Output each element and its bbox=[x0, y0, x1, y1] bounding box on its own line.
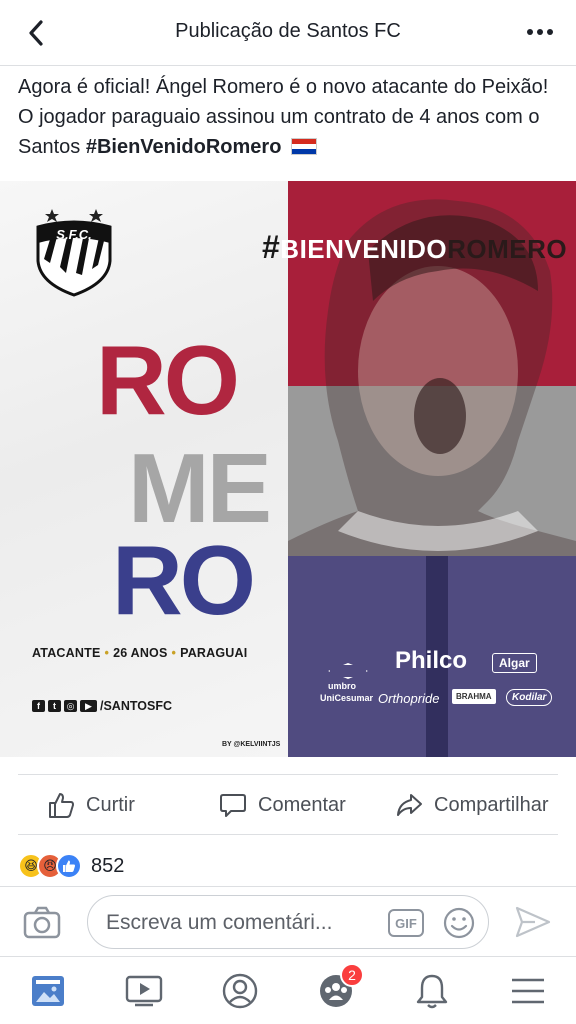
nav-notifications[interactable] bbox=[410, 971, 454, 1011]
page-title: Publicação de Santos FC bbox=[175, 20, 401, 42]
brahma-logo: BRAHMA bbox=[452, 689, 496, 704]
post-hashtag-link[interactable]: #BienVenidoRomero bbox=[86, 136, 282, 158]
nav-menu[interactable] bbox=[506, 971, 550, 1011]
algar-logo: Algar bbox=[492, 653, 537, 673]
player-name-row-3: RO bbox=[112, 525, 256, 635]
info-country: PARAGUAI bbox=[180, 646, 248, 660]
paraguay-flag-icon bbox=[291, 138, 317, 155]
sponsor-logos: umbro Philco Algar UniCesumar Orthopride… bbox=[320, 647, 560, 717]
camera-icon[interactable] bbox=[22, 904, 62, 940]
player-name-row-1: RO bbox=[96, 325, 240, 435]
santos-crest-icon: S.F.C. bbox=[36, 209, 112, 297]
instagram-icon: ◎ bbox=[64, 700, 77, 712]
player-info: ATACANTE • 26 ANOS • PARAGUAI bbox=[32, 646, 248, 660]
post-text: Agora é oficial! Ángel Romero é o novo a… bbox=[18, 72, 563, 162]
comment-placeholder: Escreva um comentári... bbox=[106, 911, 333, 934]
post-image[interactable]: S.F.C. #BIENVENIDOROMERO RO ME RO ATACAN… bbox=[0, 181, 576, 757]
nav-profile[interactable] bbox=[218, 971, 262, 1011]
news-feed-icon bbox=[32, 976, 64, 1006]
image-hashtag: #BIENVENIDOROMERO bbox=[262, 229, 567, 266]
comment-input[interactable]: Escreva um comentári... GIF bbox=[87, 895, 489, 949]
nav-news-feed[interactable] bbox=[26, 971, 70, 1011]
twitter-icon: t bbox=[48, 700, 61, 712]
comment-bubble-icon bbox=[220, 794, 246, 817]
more-dot bbox=[547, 29, 553, 35]
comment-composer: Escreva um comentári... GIF bbox=[0, 886, 576, 956]
send-icon[interactable] bbox=[513, 904, 553, 940]
nav-groups[interactable]: 2 bbox=[314, 963, 364, 1011]
social-handles: f t ◎ ▶ /SANTOSFC bbox=[32, 699, 172, 713]
comment-button[interactable]: Comentar bbox=[218, 775, 346, 835]
info-age: 26 ANOS bbox=[113, 646, 168, 660]
notifications-icon bbox=[416, 974, 448, 1009]
hashtag-part-1: BIENVENIDO bbox=[280, 234, 448, 264]
watch-icon bbox=[125, 975, 163, 1007]
player-name-row-2: ME bbox=[128, 433, 272, 543]
reactions-summary[interactable]: 😆 😠 852 bbox=[18, 850, 124, 882]
hash-symbol: # bbox=[262, 229, 281, 265]
facebook-icon: f bbox=[32, 700, 45, 712]
more-options-button[interactable] bbox=[524, 20, 556, 44]
gif-button[interactable]: GIF bbox=[388, 909, 424, 937]
comment-label: Comentar bbox=[258, 793, 346, 816]
menu-icon bbox=[512, 978, 544, 1004]
post-actions: Curtir Comentar Compartilhar bbox=[18, 774, 558, 835]
umbro-logo: umbro bbox=[328, 663, 368, 691]
share-button[interactable]: Compartilhar bbox=[394, 775, 548, 835]
image-credit: BY @KELVIINTJS bbox=[222, 741, 281, 748]
info-position: ATACANTE bbox=[32, 646, 101, 660]
like-label: Curtir bbox=[86, 793, 135, 816]
svg-text:S.F.C.: S.F.C. bbox=[56, 227, 91, 242]
share-arrow-icon bbox=[397, 794, 422, 816]
more-dot bbox=[537, 29, 543, 35]
more-dot bbox=[527, 29, 533, 35]
reaction-count: 852 bbox=[91, 854, 125, 877]
youtube-icon: ▶ bbox=[80, 700, 97, 712]
kodilar-logo: Kodilar bbox=[506, 689, 553, 706]
top-bar: Publicação de Santos FC bbox=[0, 0, 576, 66]
thumbs-up-icon bbox=[49, 793, 74, 818]
like-reaction-icon bbox=[56, 853, 82, 879]
emoji-icon[interactable] bbox=[442, 906, 476, 940]
profile-icon bbox=[222, 973, 258, 1009]
hashtag-part-2: ROMERO bbox=[447, 234, 568, 264]
groups-badge: 2 bbox=[340, 963, 364, 987]
nav-watch[interactable] bbox=[122, 971, 166, 1011]
like-button[interactable]: Curtir bbox=[46, 775, 135, 835]
unicesumar-logo: UniCesumar bbox=[320, 693, 374, 703]
social-handle-text: /SANTOSFC bbox=[100, 699, 172, 713]
orthopride-logo: Orthopride bbox=[378, 691, 440, 706]
share-label: Compartilhar bbox=[434, 793, 549, 816]
bottom-navigation: 2 bbox=[0, 956, 576, 1024]
philco-logo: Philco bbox=[395, 647, 468, 674]
